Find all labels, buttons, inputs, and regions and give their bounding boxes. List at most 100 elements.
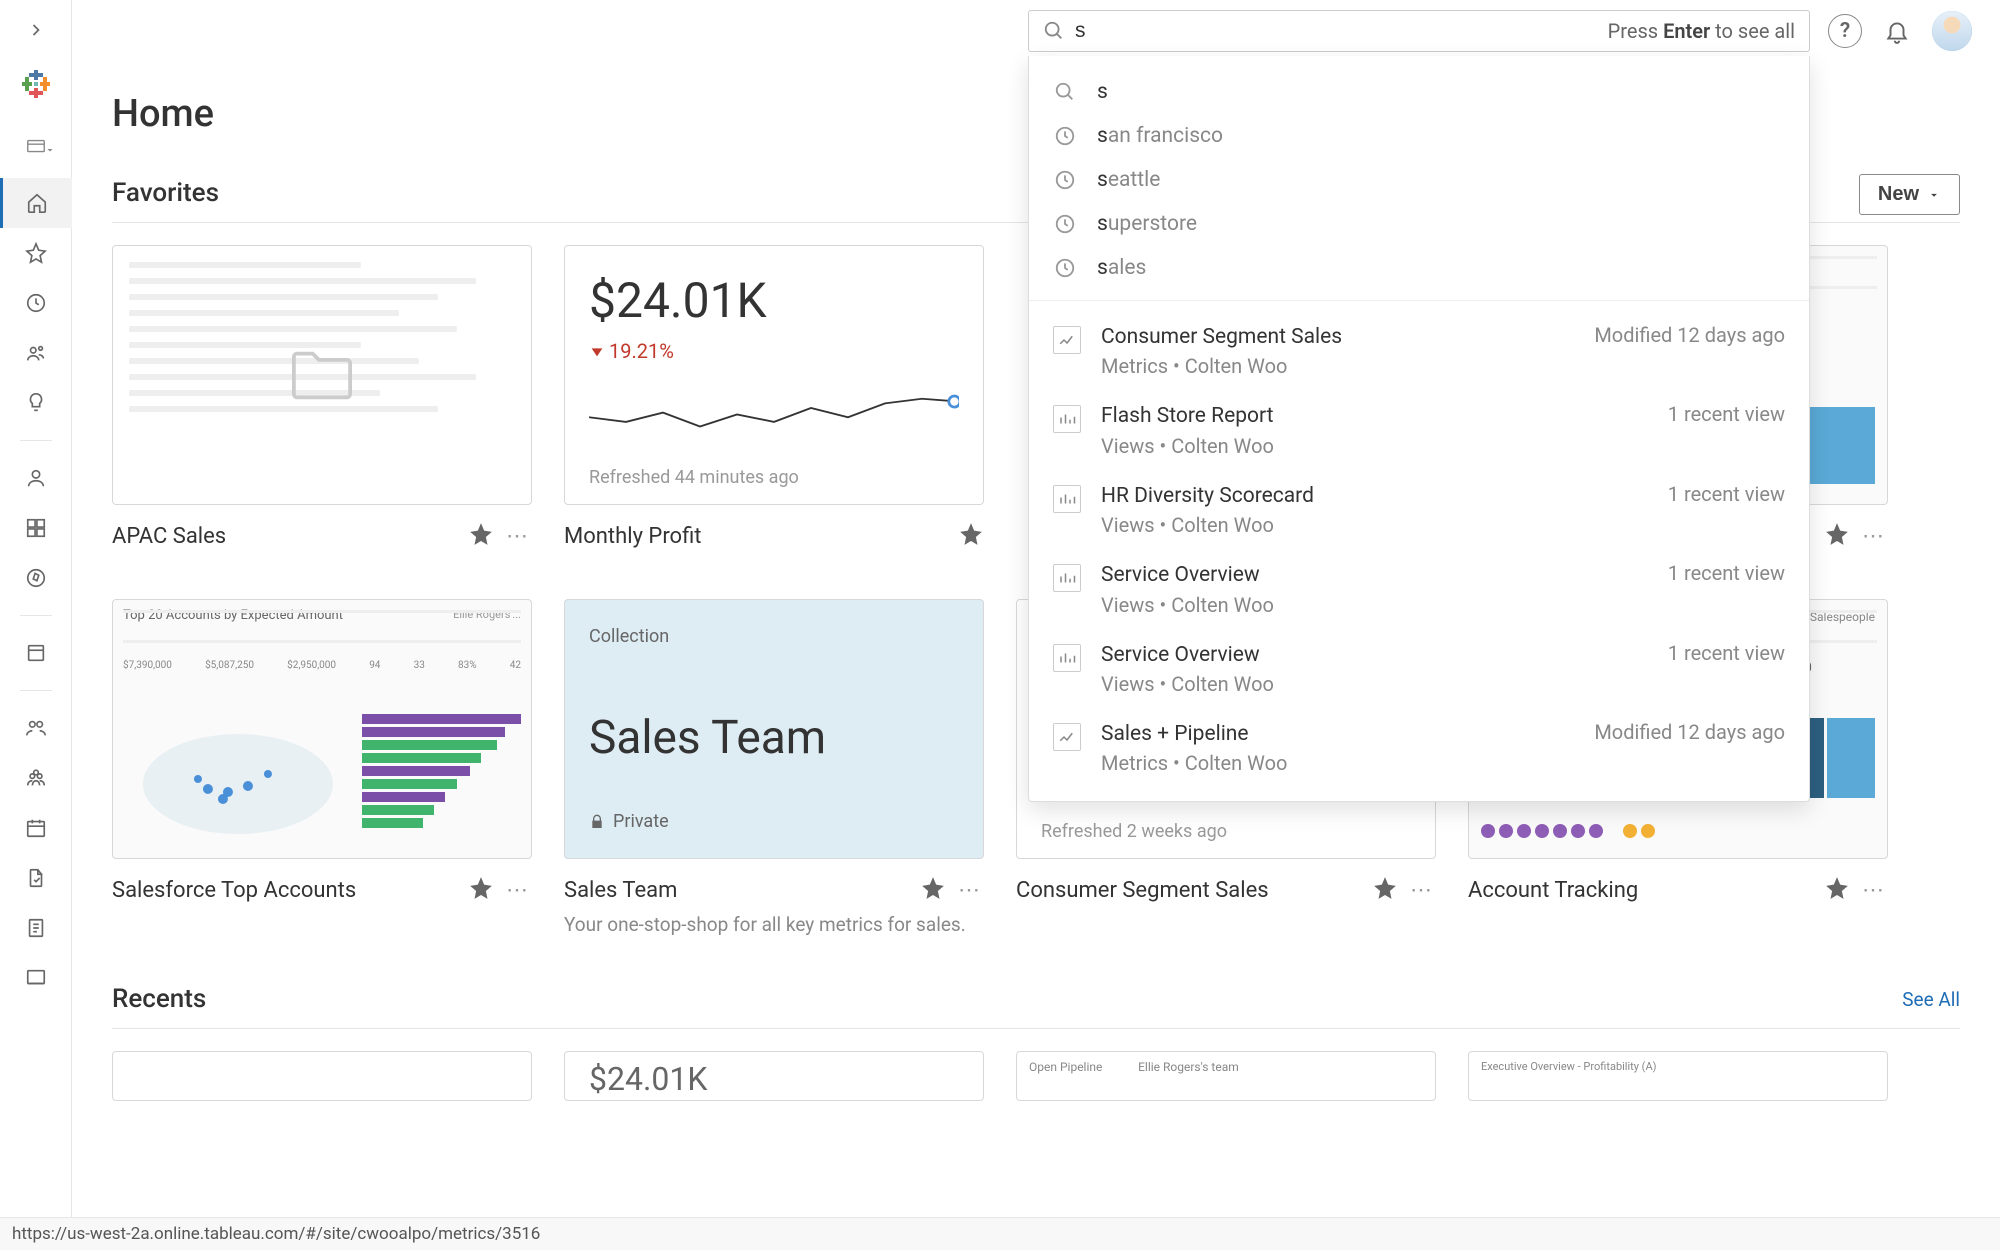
card-title: Consumer Segment Sales bbox=[1016, 878, 1364, 903]
result-meta: 1 recent view bbox=[1668, 402, 1785, 426]
suggestion-recent[interactable]: sales bbox=[1029, 246, 1809, 290]
search-icon bbox=[1053, 80, 1077, 104]
result-sub: Views • Colten Woo bbox=[1101, 434, 1648, 458]
search-result[interactable]: Consumer Segment Sales Metrics • Colten … bbox=[1029, 311, 1809, 390]
result-sub: Metrics • Colten Woo bbox=[1101, 354, 1574, 378]
user-avatar[interactable] bbox=[1932, 11, 1972, 51]
card-recent[interactable]: $24.01K bbox=[564, 1051, 984, 1101]
search-dropdown: s san francisco seattle superstore bbox=[1028, 56, 1810, 802]
nav-shared[interactable] bbox=[0, 328, 72, 378]
notifications-button[interactable] bbox=[1880, 14, 1914, 48]
card-thumbnail: $24.01K 19.21% Refreshed 44 minutes ago bbox=[564, 245, 984, 505]
nav-explore[interactable] bbox=[0, 553, 72, 603]
nav-jobs[interactable] bbox=[0, 853, 72, 903]
see-all-link[interactable]: See All bbox=[1902, 988, 1960, 1011]
search-result[interactable]: HR Diversity Scorecard Views • Colten Wo… bbox=[1029, 470, 1809, 549]
star-icon[interactable] bbox=[1824, 521, 1850, 551]
card-menu-button[interactable]: ⋯ bbox=[954, 878, 984, 903]
suggestion-recent[interactable]: seattle bbox=[1029, 158, 1809, 202]
card-menu-button[interactable]: ⋯ bbox=[1406, 878, 1436, 903]
nav-schedules[interactable] bbox=[0, 803, 72, 853]
card-apac-sales[interactable]: APAC Sales ⋯ bbox=[112, 245, 532, 551]
folder-icon bbox=[277, 338, 367, 413]
card-thumbnail: Open Pipeline Ellie Rogers's team bbox=[1016, 1051, 1436, 1101]
star-icon[interactable] bbox=[958, 521, 984, 551]
card-monthly-profit[interactable]: $24.01K 19.21% Refreshed 44 minutes ago … bbox=[564, 245, 984, 551]
result-title: Flash Store Report bbox=[1101, 402, 1648, 431]
search-result[interactable]: Flash Store Report Views • Colten Woo 1 … bbox=[1029, 390, 1809, 469]
card-menu-button[interactable]: ⋯ bbox=[502, 878, 532, 903]
card-title: APAC Sales bbox=[112, 524, 460, 549]
card-thumbnail: Top 20 Accounts by Expected Amount Ellie… bbox=[112, 599, 532, 859]
nav-favorites[interactable] bbox=[0, 228, 72, 278]
card-sales-team-collection[interactable]: Collection Sales Team Private Sales Team… bbox=[564, 599, 984, 936]
clock-icon bbox=[1053, 256, 1077, 280]
result-meta: Modified 12 days ago bbox=[1594, 323, 1785, 347]
clock-icon bbox=[1053, 212, 1077, 236]
suggestion-search[interactable]: s bbox=[1029, 70, 1809, 114]
result-sub: Views • Colten Woo bbox=[1101, 593, 1648, 617]
star-icon[interactable] bbox=[1372, 875, 1398, 905]
topbar: Press Enter to see all s san francisco bbox=[72, 0, 2000, 62]
nav-site-status[interactable] bbox=[0, 953, 72, 1003]
metric-refresh-label: Refreshed 2 weeks ago bbox=[1041, 821, 1411, 842]
card-thumbnail: $24.01K bbox=[564, 1051, 984, 1101]
nav-recommendations[interactable] bbox=[0, 378, 72, 428]
card-recent[interactable]: Executive Overview - Profitability (A) bbox=[1468, 1051, 1888, 1101]
section-title: Recents bbox=[112, 984, 206, 1014]
card-menu-button[interactable]: ⋯ bbox=[1858, 524, 1888, 549]
card-menu-button[interactable]: ⋯ bbox=[1858, 878, 1888, 903]
help-button[interactable]: ? bbox=[1828, 14, 1862, 48]
result-meta: 1 recent view bbox=[1668, 641, 1785, 665]
result-meta: 1 recent view bbox=[1668, 482, 1785, 506]
star-icon[interactable] bbox=[468, 875, 494, 905]
card-thumbnail bbox=[112, 1051, 532, 1101]
star-icon[interactable] bbox=[468, 521, 494, 551]
result-sub: Metrics • Colten Woo bbox=[1101, 751, 1574, 775]
star-icon[interactable] bbox=[920, 875, 946, 905]
card-title: Salesforce Top Accounts bbox=[112, 878, 460, 903]
card-salesforce-top-accounts[interactable]: Top 20 Accounts by Expected Amount Ellie… bbox=[112, 599, 532, 936]
nav-groups[interactable] bbox=[0, 753, 72, 803]
result-title: Sales + Pipeline bbox=[1101, 720, 1574, 749]
suggestion-recent[interactable]: superstore bbox=[1029, 202, 1809, 246]
sidebar bbox=[0, 0, 72, 1250]
recents-header: Recents See All bbox=[112, 984, 1960, 1029]
down-arrow-icon bbox=[589, 343, 605, 359]
card-recent[interactable] bbox=[112, 1051, 532, 1101]
nav-recents[interactable] bbox=[0, 278, 72, 328]
metric-change: 19.21% bbox=[589, 339, 959, 363]
card-menu-button[interactable]: ⋯ bbox=[502, 524, 532, 549]
search-box[interactable]: Press Enter to see all bbox=[1028, 10, 1810, 52]
result-sub: Views • Colten Woo bbox=[1101, 513, 1648, 537]
star-icon[interactable] bbox=[1824, 875, 1850, 905]
search-result[interactable]: Service Overview Views • Colten Woo 1 re… bbox=[1029, 629, 1809, 708]
nav-users[interactable] bbox=[0, 703, 72, 753]
result-meta: 1 recent view bbox=[1668, 561, 1785, 585]
card-title: Sales Team bbox=[564, 878, 912, 903]
nav-collections[interactable] bbox=[0, 503, 72, 553]
metric-icon bbox=[1053, 723, 1081, 751]
nav-tasks[interactable] bbox=[0, 903, 72, 953]
chevron-down-icon bbox=[1927, 188, 1941, 202]
card-recent[interactable]: Open Pipeline Ellie Rogers's team bbox=[1016, 1051, 1436, 1101]
view-icon bbox=[1053, 405, 1081, 433]
search-result[interactable]: Sales + Pipeline Metrics • Colten Woo Mo… bbox=[1029, 708, 1809, 787]
nav-external-assets[interactable] bbox=[0, 628, 72, 678]
tableau-logo[interactable] bbox=[20, 68, 52, 100]
result-title: Service Overview bbox=[1101, 641, 1648, 670]
suggestion-recent[interactable]: san francisco bbox=[1029, 114, 1809, 158]
site-selector[interactable] bbox=[12, 128, 60, 164]
new-button-label: New bbox=[1878, 183, 1919, 206]
view-icon bbox=[1053, 564, 1081, 592]
new-button[interactable]: New bbox=[1859, 174, 1960, 215]
clock-icon bbox=[1053, 168, 1077, 192]
result-sub: Views • Colten Woo bbox=[1101, 672, 1648, 696]
search-result[interactable]: Service Overview Views • Colten Woo 1 re… bbox=[1029, 549, 1809, 628]
nav-home[interactable] bbox=[0, 178, 72, 228]
card-subtitle: Your one-stop-shop for all key metrics f… bbox=[564, 913, 984, 936]
nav-personal-space[interactable] bbox=[0, 453, 72, 503]
result-meta: Modified 12 days ago bbox=[1594, 720, 1785, 744]
search-input[interactable] bbox=[1075, 19, 1598, 43]
sidebar-expand-button[interactable] bbox=[12, 12, 60, 48]
